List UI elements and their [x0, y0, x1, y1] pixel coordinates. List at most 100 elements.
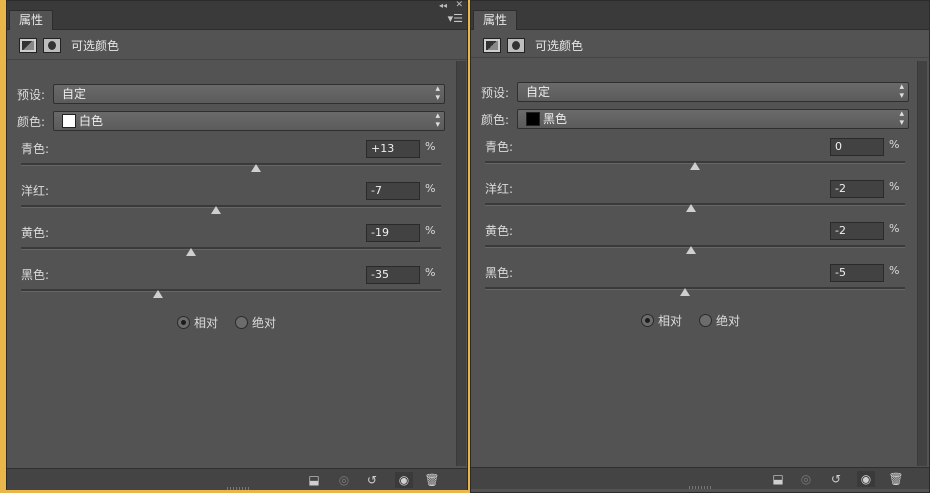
double-chevron-left-icon[interactable]: ◂◂ [439, 1, 447, 10]
slider-label: 青色: [21, 142, 50, 156]
adjustment-layer-icon[interactable] [483, 38, 501, 53]
slider-thumb[interactable] [152, 290, 163, 298]
clip-to-layer-icon[interactable]: ⬓ [305, 472, 323, 488]
tab-properties[interactable]: 属性 [473, 10, 518, 30]
panel-bottom-toolbar: ⬓ ◎ ↺ ◉ 🗑 [471, 467, 929, 489]
panel-header-strip: ◂◂ ✕ [7, 0, 467, 10]
color-select[interactable]: 白色 ▴ ▾ [53, 111, 445, 131]
slider-label: 洋红: [485, 182, 514, 196]
slider-yellow: 黄色: -2 % [485, 222, 905, 262]
layer-mask-icon[interactable] [43, 38, 61, 53]
resize-grip[interactable] [227, 487, 251, 490]
slider-label: 黄色: [21, 226, 50, 240]
radio-label: 绝对 [716, 314, 741, 328]
adjustment-layer-icon[interactable] [19, 38, 37, 53]
slider-thumb[interactable] [186, 248, 197, 256]
radio-relative[interactable]: 相对 [641, 312, 682, 329]
value-field[interactable]: -19 [366, 224, 420, 242]
tab-row: 属性 ▾☰ [7, 10, 467, 30]
updown-arrows-icon: ▴ ▾ [435, 111, 440, 130]
slider-label: 黑色: [485, 266, 514, 280]
adjustment-title-row: 可选颜色 [7, 30, 467, 60]
radio-button[interactable] [177, 316, 190, 329]
value-field[interactable]: -7 [366, 182, 420, 200]
radio-label: 相对 [194, 316, 219, 330]
value-field[interactable]: -2 [830, 180, 884, 198]
preset-label: 预设: [17, 88, 46, 102]
preset-select[interactable]: 自定 ▴ ▾ [517, 82, 909, 102]
slider-cyan: 青色: +13 % [21, 140, 441, 180]
panel-menu-icon[interactable]: ▾☰ [448, 13, 463, 25]
method-radio-group: 相对 绝对 [177, 314, 337, 330]
eye-icon[interactable]: ◉ [395, 472, 413, 488]
color-row: 颜色: 白色 ▴ ▾ [17, 111, 447, 131]
scrollbar[interactable] [456, 61, 466, 466]
slider-track[interactable] [485, 287, 905, 290]
color-swatch [62, 114, 76, 128]
slider-magenta: 洋红: -2 % [485, 180, 905, 220]
percent-label: % [889, 138, 900, 151]
percent-label: % [889, 264, 900, 277]
value-field[interactable]: +13 [366, 140, 420, 158]
radio-absolute[interactable]: 绝对 [235, 314, 276, 331]
slider-black: 黑色: -35 % [21, 266, 441, 306]
slider-track[interactable] [21, 247, 441, 250]
slider-track[interactable] [21, 163, 441, 166]
color-swatch [526, 112, 540, 126]
view-previous-state-icon[interactable]: ◎ [335, 472, 353, 488]
adjustment-title: 可选颜色 [535, 39, 584, 53]
view-previous-state-icon[interactable]: ◎ [797, 471, 815, 487]
radio-absolute[interactable]: 绝对 [699, 312, 740, 329]
percent-label: % [425, 266, 436, 279]
reset-icon[interactable]: ↺ [363, 472, 381, 488]
slider-thumb[interactable] [211, 206, 222, 214]
eye-icon[interactable]: ◉ [857, 471, 875, 487]
radio-relative[interactable]: 相对 [177, 314, 218, 331]
slider-thumb[interactable] [251, 164, 262, 172]
tab-properties[interactable]: 属性 [9, 10, 54, 30]
resize-grip[interactable] [689, 486, 713, 489]
slider-cyan: 青色: 0 % [485, 138, 905, 178]
radio-button[interactable] [641, 314, 654, 327]
scrollbar[interactable] [917, 61, 927, 466]
value-field[interactable]: -35 [366, 266, 420, 284]
preset-label: 预设: [481, 86, 510, 100]
radio-button[interactable] [235, 316, 248, 329]
reset-icon[interactable]: ↺ [827, 471, 845, 487]
color-select[interactable]: 黑色 ▴ ▾ [517, 109, 909, 129]
value-field[interactable]: 0 [830, 138, 884, 156]
close-icon[interactable]: ✕ [455, 0, 463, 10]
slider-thumb[interactable] [679, 288, 690, 296]
clip-to-layer-icon[interactable]: ⬓ [769, 471, 787, 487]
adjustment-title-row: 可选颜色 [471, 30, 929, 58]
preset-row: 预设: 自定 ▴ ▾ [17, 84, 447, 104]
updown-arrows-icon: ▴ ▾ [899, 109, 904, 128]
slider-thumb[interactable] [685, 246, 696, 254]
percent-label: % [425, 140, 436, 153]
updown-arrows-icon: ▴ ▾ [899, 82, 904, 101]
value-field[interactable]: -5 [830, 264, 884, 282]
adjustment-title: 可选颜色 [71, 39, 120, 53]
preset-value: 自定 [526, 85, 551, 99]
slider-black: 黑色: -5 % [485, 264, 905, 304]
slider-magenta: 洋红: -7 % [21, 182, 441, 222]
color-label: 颜色: [481, 113, 510, 127]
percent-label: % [425, 224, 436, 237]
slider-label: 黄色: [485, 224, 514, 238]
radio-button[interactable] [699, 314, 712, 327]
trash-icon[interactable]: 🗑 [423, 472, 441, 488]
properties-panel-left: ◂◂ ✕ 属性 ▾☰ 可选颜色 预设: 自定 ▴ ▾ 颜色: 白色 ▴ ▾ 青色: … [6, 0, 468, 490]
slider-track[interactable] [21, 205, 441, 208]
trash-icon[interactable]: 🗑 [887, 471, 905, 487]
preset-row: 预设: 自定 ▴ ▾ [481, 82, 911, 102]
preset-select[interactable]: 自定 ▴ ▾ [53, 84, 445, 104]
slider-track[interactable] [21, 289, 441, 292]
preset-value: 自定 [62, 87, 87, 101]
properties-panel-right: 属性 可选颜色 预设: 自定 ▴ ▾ 颜色: 黑色 ▴ ▾ 青色: 0 % 洋红: … [470, 0, 930, 493]
slider-thumb[interactable] [685, 204, 696, 212]
slider-thumb[interactable] [690, 162, 700, 170]
layer-mask-icon[interactable] [507, 38, 525, 53]
tab-row: 属性 [471, 10, 929, 30]
value-field[interactable]: -2 [830, 222, 884, 240]
panel-header-strip [471, 1, 929, 10]
